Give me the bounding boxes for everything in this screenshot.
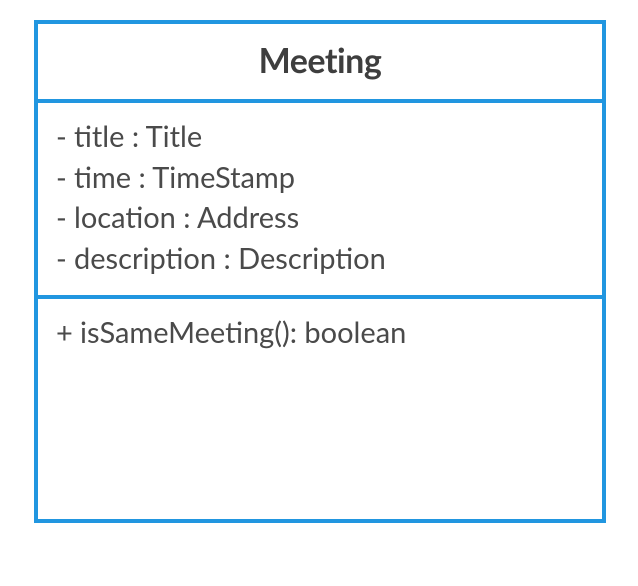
uml-visibility: - xyxy=(56,239,74,280)
uml-visibility: + xyxy=(56,313,80,354)
uml-visibility: - xyxy=(56,117,74,158)
uml-attribute: - title : Title xyxy=(56,117,584,158)
uml-attribute: - location : Address xyxy=(56,198,584,239)
uml-attribute-text: location : Address xyxy=(74,198,299,239)
uml-attribute: - description : Description xyxy=(56,239,584,280)
uml-attribute-text: title : Title xyxy=(74,117,202,158)
uml-class-header: Meeting xyxy=(38,24,602,103)
uml-attribute-text: time : TimeStamp xyxy=(74,158,295,199)
uml-class-box: Meeting - title : Title - time : TimeSta… xyxy=(34,20,606,523)
uml-visibility: - xyxy=(56,198,74,239)
uml-visibility: - xyxy=(56,158,74,199)
uml-method-text: isSameMeeting(): boolean xyxy=(80,313,406,354)
uml-attribute-text: description : Description xyxy=(74,239,386,280)
uml-attribute: - time : TimeStamp xyxy=(56,158,584,199)
uml-attributes-section: - title : Title - time : TimeStamp - loc… xyxy=(38,103,602,299)
uml-method: + isSameMeeting(): boolean xyxy=(56,313,584,354)
uml-class-name: Meeting xyxy=(259,40,382,81)
uml-methods-section: + isSameMeeting(): boolean xyxy=(38,299,602,519)
